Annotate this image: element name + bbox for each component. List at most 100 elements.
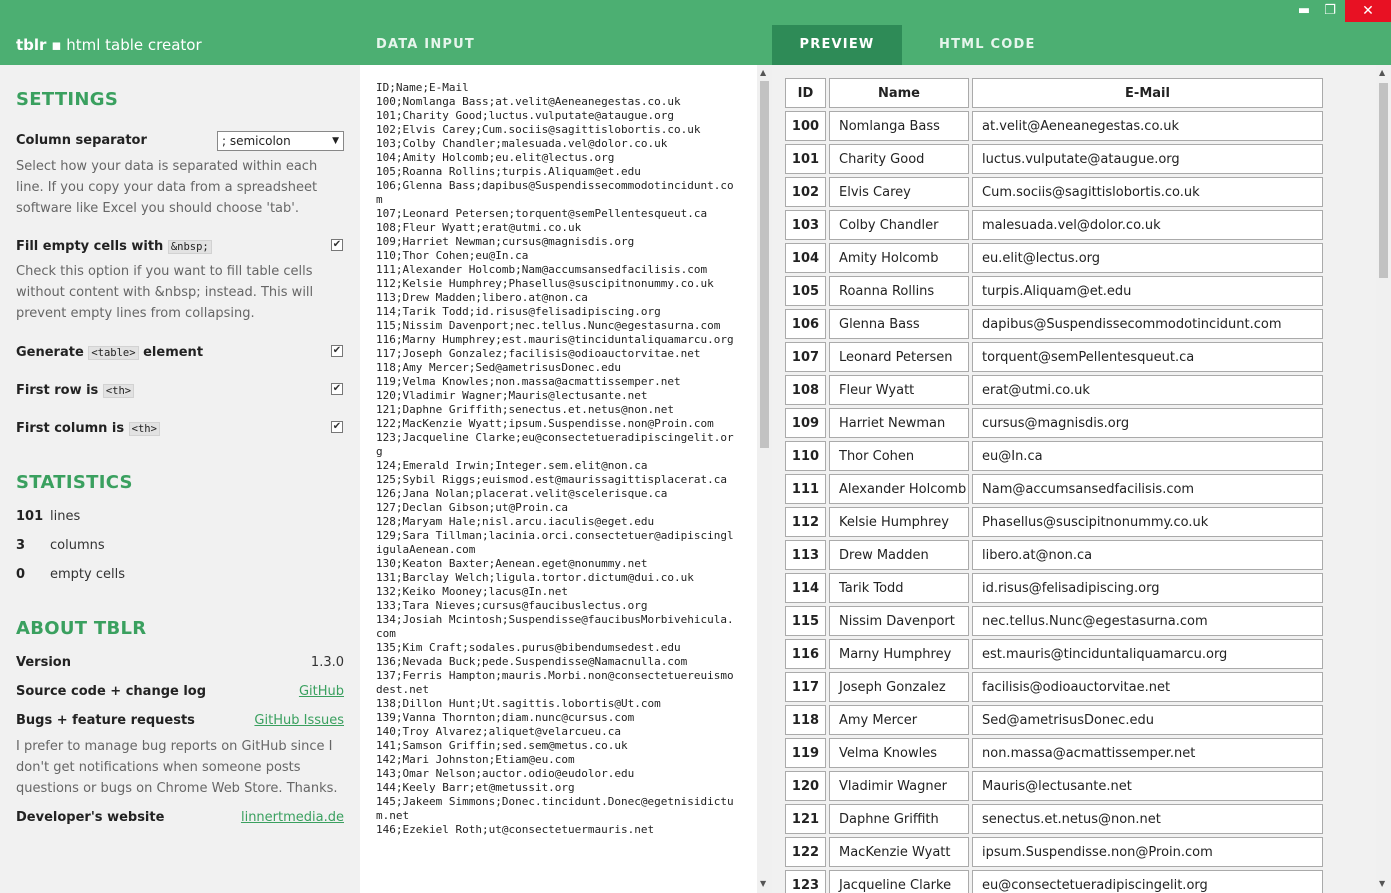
fill-empty-checkbox[interactable]: ✔ [331,239,343,251]
cell-id: 105 [785,276,826,306]
header-name: Name [829,78,969,108]
cell-id: 102 [785,177,826,207]
header-id: ID [785,78,826,108]
scroll-up-icon[interactable]: ▲ [760,68,766,77]
cell-name: Colby Chandler [829,210,969,240]
first-row-code: <th> [102,384,135,398]
cell-name: Kelsie Humphrey [829,507,969,537]
data-input-line: 117;Joseph Gonzalez;facilisis@odioauctor… [376,347,701,360]
cell-id: 101 [785,144,826,174]
generate-table-label: Generate <table> element [16,345,203,360]
stat-columns-label: columns [50,538,105,553]
data-input-line: 102;Elvis Carey;Cum.sociis@sagittislobor… [376,123,701,136]
data-input-text: ID;Name;E-Mail 100;Nomlanga Bass;at.velit… [376,81,738,837]
data-input-line: 109;Harriet Newman;cursus@magnisdis.org [376,235,635,248]
data-input-line: 133;Tara Nieves;cursus@faucibuslectus.or… [376,599,648,612]
data-input-line: 132;Keiko Mooney;lacus@In.net [376,585,569,598]
close-icon[interactable]: ✕ [1345,0,1391,22]
first-row-label: First row is <th> [16,383,135,398]
cell-email: erat@utmi.co.uk [972,375,1323,405]
first-column-pre: First column is [16,421,125,436]
data-input-line: 125;Sybil Riggs;euismod.est@maurissagitt… [376,473,727,486]
cell-email: Nam@accumsansedfacilisis.com [972,474,1323,504]
data-input-line: 114;Tarik Todd;id.risus@felisadipiscing.… [376,305,661,318]
table-row: 102 Elvis Carey Cum.sociis@sagittisloborti… [785,177,1323,207]
table-row: 118 Amy Mercer Sed@ametrisusDonec.edu [785,705,1323,735]
data-input-line: 128;Maryam Hale;nisl.arcu.iaculis@eget.e… [376,515,655,528]
data-input-line: 123;Jacqueline Clarke;eu@consectetueradi… [376,431,734,458]
data-input-line: 124;Emerald Irwin;Integer.sem.elit@non.c… [376,459,648,472]
cell-name: Glenna Bass [829,309,969,339]
table-row: 106 Glenna Bass dapibus@Suspendissecommodo… [785,309,1323,339]
cell-email: est.mauris@tinciduntaliquamarcu.org [972,639,1323,669]
minimize-icon[interactable]: ▬ [1290,0,1318,22]
cell-name: Joseph Gonzalez [829,672,969,702]
cell-name: Vladimir Wagner [829,771,969,801]
tab-data-input[interactable]: DATA INPUT [376,37,475,52]
website-link[interactable]: linnertmedia.de [241,810,344,825]
data-input-line: 142;Mari Johnston;Etiam@eu.com [376,753,575,766]
chevron-down-icon: ▼ [332,136,339,146]
cell-name: Roanna Rollins [829,276,969,306]
cell-id: 118 [785,705,826,735]
data-input-line: 126;Jana Nolan;placerat.velit@scelerisqu… [376,487,668,500]
table-row: 120 Vladimir Wagner Mauris@lectusante.net [785,771,1323,801]
cell-id: 111 [785,474,826,504]
cell-name: Charity Good [829,144,969,174]
first-column-code: <th> [128,422,160,436]
tab-preview[interactable]: PREVIEW [772,25,902,65]
data-input-scroll-thumb[interactable] [760,81,769,448]
preview-scroll-thumb[interactable] [1379,83,1388,278]
data-input-line: 111;Alexander Holcomb;Nam@accumsansedfac… [376,263,708,276]
table-row: 104 Amity Holcomb eu.elit@lectus.org [785,243,1323,273]
maximize-icon[interactable]: ❐ [1316,0,1344,22]
data-input-line: 108;Fleur Wyatt;erat@utmi.co.uk [376,221,582,234]
data-input-line: 134;Josiah Mcintosh;Suspendisse@faucibus… [376,613,734,640]
statistics-heading: STATISTICS [16,472,133,493]
first-column-checkbox[interactable]: ✔ [331,421,343,433]
column-separator-label: Column separator [16,133,147,148]
data-input-line: 137;Ferris Hampton;mauris.Morbi.non@cons… [376,669,734,696]
cell-email: luctus.vulputate@ataugue.org [972,144,1323,174]
table-row: 101 Charity Good luctus.vulputate@ataugue.… [785,144,1323,174]
data-input-scrollbar[interactable]: ▲ ▼ [757,65,772,893]
cell-email: non.massa@acmattissemper.net [972,738,1323,768]
column-separator-select[interactable]: ; semicolon ▼ [217,131,344,151]
first-row-checkbox[interactable]: ✔ [331,383,343,395]
cell-id: 110 [785,441,826,471]
data-input-line: 136;Nevada Buck;pede.Suspendisse@Namacnu… [376,655,688,668]
fill-empty-label: Fill empty cells with &nbsp; [16,239,212,254]
generate-table-pre: Generate [16,345,84,360]
cell-name: Nissim Davenport [829,606,969,636]
cell-id: 108 [785,375,826,405]
data-input-line: 103;Colby Chandler;malesuada.vel@dolor.c… [376,137,668,150]
scroll-up-icon[interactable]: ▲ [1379,68,1385,77]
cell-id: 119 [785,738,826,768]
data-input-line: 106;Glenna Bass;dapibus@Suspendissecommo… [376,179,734,206]
preview-scrollbar[interactable]: ▲ ▼ [1376,65,1391,893]
tab-html-code[interactable]: HTML CODE [939,37,1036,52]
cell-email: eu@In.ca [972,441,1323,471]
fill-empty-description: Check this option if you want to fill ta… [16,264,314,321]
table-row: 100 Nomlanga Bass at.velit@Aeneanegestas.c… [785,111,1323,141]
data-input-textarea[interactable]: ID;Name;E-Mail 100;Nomlanga Bass;at.velit… [360,65,757,893]
cell-email: senectus.et.netus@non.net [972,804,1323,834]
table-row: 105 Roanna Rollins turpis.Aliquam@et.edu [785,276,1323,306]
github-issues-link[interactable]: GitHub Issues [254,713,344,728]
scroll-down-icon[interactable]: ▼ [1379,879,1385,888]
cell-email: turpis.Aliquam@et.edu [972,276,1323,306]
cell-email: cursus@magnisdis.org [972,408,1323,438]
generate-table-checkbox[interactable]: ✔ [331,345,343,357]
data-input-line: 107;Leonard Petersen;torquent@semPellent… [376,207,708,220]
table-row: 115 Nissim Davenport nec.tellus.Nunc@egest… [785,606,1323,636]
data-input-line: 112;Kelsie Humphrey;Phasellus@suscipitno… [376,277,714,290]
cell-id: 120 [785,771,826,801]
cell-email: ipsum.Suspendisse.non@Proin.com [972,837,1323,867]
github-link[interactable]: GitHub [299,684,344,699]
table-row: 112 Kelsie Humphrey Phasellus@suscipitnonu… [785,507,1323,537]
cell-name: Daphne Griffith [829,804,969,834]
cell-name: Thor Cohen [829,441,969,471]
cell-email: torquent@semPellentesqueut.ca [972,342,1323,372]
first-column-label: First column is <th> [16,421,160,436]
scroll-down-icon[interactable]: ▼ [760,879,766,888]
